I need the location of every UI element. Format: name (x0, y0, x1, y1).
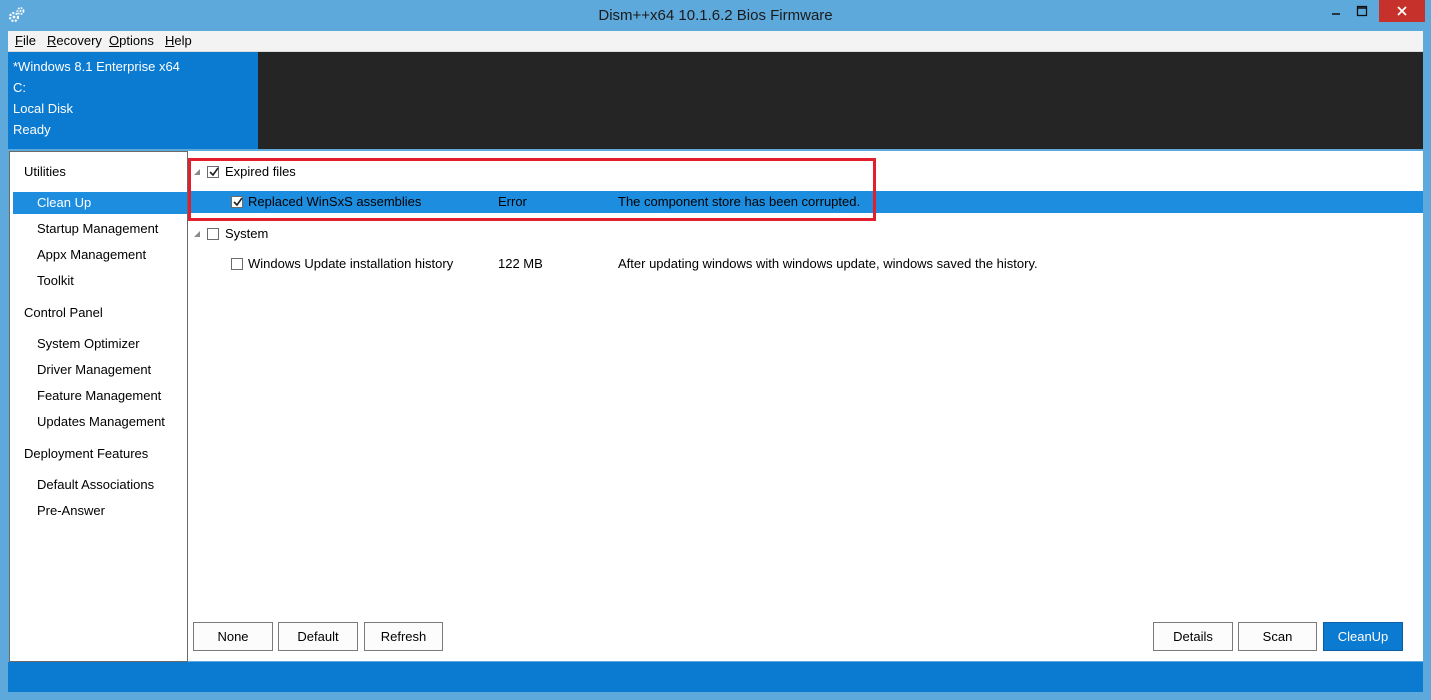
maximize-icon (1356, 5, 1368, 17)
close-icon (1397, 6, 1407, 16)
image-list-area (258, 52, 1423, 149)
tree-item-replaced-winsxs[interactable]: Replaced WinSxS assemblies Error The com… (188, 191, 1423, 213)
menu-options[interactable]: Options (109, 33, 154, 48)
menu-options-accelerator: O (109, 33, 120, 48)
menu-help-label: elp (174, 33, 192, 48)
item-size: 122 MB (498, 256, 543, 271)
image-info-panel[interactable]: *Windows 8.1 Enterprise x64 C: Local Dis… (8, 52, 258, 149)
nav-group-deployment-features: Deployment Features (24, 446, 149, 461)
sidebar-nav: Utilities Clean Up Startup Management Ap… (9, 151, 188, 662)
details-button[interactable]: Details (1153, 622, 1233, 651)
tree-group-label: System (225, 226, 269, 241)
sidebar-item-driver-management[interactable]: Driver Management (13, 359, 187, 381)
menu-options-label: ptions (119, 33, 154, 48)
menu-recovery-accelerator: R (47, 33, 57, 48)
tree-group-system[interactable]: System (188, 223, 788, 245)
menu-help[interactable]: Help (165, 33, 192, 48)
menu-recovery[interactable]: Recovery (47, 33, 102, 48)
nav-group-control-panel: Control Panel (24, 305, 103, 320)
checkmark-icon (209, 167, 219, 177)
sidebar-item-pre-answer[interactable]: Pre-Answer (13, 500, 187, 522)
menu-bar: File Recovery Options Help (8, 31, 1423, 52)
tree-group-label: Expired files (225, 164, 296, 179)
nav-group-utilities: Utilities (24, 164, 66, 179)
maximize-button[interactable] (1349, 0, 1375, 22)
minimize-icon (1332, 13, 1340, 15)
minimize-button[interactable] (1323, 0, 1349, 22)
expand-triangle-icon[interactable] (194, 169, 200, 175)
item-name: Windows Update installation history (248, 256, 454, 271)
sidebar-item-label: Updates Management (37, 414, 165, 429)
none-button[interactable]: None (193, 622, 273, 651)
sidebar-item-system-optimizer[interactable]: System Optimizer (13, 333, 187, 355)
sidebar-item-appx-management[interactable]: Appx Management (13, 244, 187, 266)
menu-recovery-label: ecovery (56, 33, 102, 48)
sidebar-item-label: Startup Management (37, 221, 159, 236)
expand-triangle-icon[interactable] (194, 231, 200, 237)
replaced-winsxs-checkbox[interactable] (231, 196, 243, 208)
sidebar-item-label: Appx Management (37, 247, 147, 262)
sidebar-item-label: System Optimizer (37, 336, 140, 351)
expired-files-checkbox[interactable] (207, 166, 219, 178)
windows-update-history-checkbox[interactable] (231, 258, 243, 270)
tree-group-expired-files[interactable]: Expired files (188, 161, 788, 183)
sidebar-item-clean-up[interactable]: Clean Up (13, 192, 187, 214)
status-bar (8, 662, 1423, 692)
sidebar-item-default-associations[interactable]: Default Associations (13, 474, 187, 496)
item-description: The component store has been corrupted. (618, 194, 861, 209)
title-bar[interactable]: Dism++x64 10.1.6.2 Bios Firmware (0, 0, 1431, 31)
sidebar-item-label: Toolkit (37, 273, 74, 288)
cleanup-button[interactable]: CleanUp (1323, 622, 1403, 651)
menu-help-accelerator: H (165, 33, 175, 48)
menu-file-accelerator: F (15, 33, 23, 48)
sidebar-item-label: Default Associations (37, 477, 155, 492)
sidebar-item-label: Pre-Answer (37, 503, 105, 518)
sidebar-item-toolkit[interactable]: Toolkit (13, 270, 187, 292)
image-drive-label: C: (13, 80, 26, 95)
sidebar-item-feature-management[interactable]: Feature Management (13, 385, 187, 407)
system-checkbox[interactable] (207, 228, 219, 240)
image-os-label: *Windows 8.1 Enterprise x64 (13, 59, 180, 74)
menu-file[interactable]: File (15, 33, 36, 48)
menu-file-label: ile (22, 33, 36, 48)
sidebar-item-updates-management[interactable]: Updates Management (13, 411, 187, 433)
close-button[interactable] (1379, 0, 1425, 22)
default-button[interactable]: Default (278, 622, 358, 651)
sidebar-item-startup-management[interactable]: Startup Management (13, 218, 187, 240)
refresh-button[interactable]: Refresh (364, 622, 443, 651)
cleanup-panel: Expired files Replaced WinSxS assemblies… (188, 151, 1423, 661)
item-name: Replaced WinSxS assemblies (248, 194, 422, 209)
checkmark-icon (233, 197, 243, 207)
sidebar-item-label: Feature Management (37, 388, 162, 403)
item-description: After updating windows with windows upda… (618, 256, 1038, 271)
window-title: Dism++x64 10.1.6.2 Bios Firmware (598, 7, 833, 24)
sidebar-item-label: Driver Management (37, 362, 152, 377)
item-size: Error (498, 194, 527, 209)
sidebar-item-label: Clean Up (37, 195, 92, 210)
image-status-label: Ready (13, 122, 51, 137)
tree-item-windows-update-history[interactable]: Windows Update installation history 122 … (188, 253, 1423, 275)
scan-button[interactable]: Scan (1238, 622, 1317, 651)
image-disk-label: Local Disk (13, 101, 73, 116)
